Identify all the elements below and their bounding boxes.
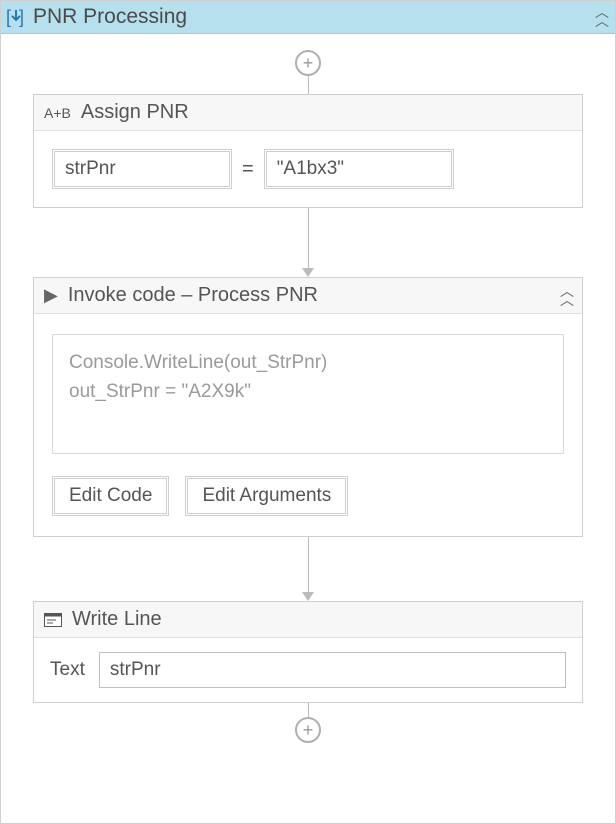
sequence-icon: [ ] xyxy=(5,6,27,28)
equals-label: = xyxy=(242,158,254,181)
code-textarea[interactable]: Console.WriteLine(out_StrPnr) out_StrPnr… xyxy=(52,334,564,454)
assign-header[interactable]: A+B Assign PNR xyxy=(34,95,582,131)
sequence-header[interactable]: [ ] PNR Processing ︿︿ xyxy=(1,1,615,34)
sequence-body: + A+B Assign PNR strPnr = "A1bx3" ▶ Inv xyxy=(1,34,615,823)
svg-text:[: [ xyxy=(6,7,11,27)
add-activity-top-button[interactable]: + xyxy=(295,50,321,76)
writeline-header[interactable]: Write Line xyxy=(34,602,582,638)
writeline-body: Text strPnr xyxy=(34,638,582,702)
writeline-text-label: Text xyxy=(50,659,85,681)
assign-body: strPnr = "A1bx3" xyxy=(34,131,582,207)
write-line-activity[interactable]: Write Line Text strPnr xyxy=(33,601,583,703)
invoke-button-row: Edit Code Edit Arguments xyxy=(52,476,564,516)
assign-activity[interactable]: A+B Assign PNR strPnr = "A1bx3" xyxy=(33,94,583,208)
assign-icon: A+B xyxy=(44,105,71,121)
writeline-title: Write Line xyxy=(72,608,572,631)
invoke-body: Console.WriteLine(out_StrPnr) out_StrPnr… xyxy=(34,314,582,536)
collapse-icon[interactable]: ︿︿ xyxy=(595,8,607,26)
assign-value-input[interactable]: "A1bx3" xyxy=(264,149,454,189)
invoke-title: Invoke code – Process PNR xyxy=(68,284,550,307)
invoke-header[interactable]: ▶ Invoke code – Process PNR ︿︿ xyxy=(34,278,582,314)
collapse-icon[interactable]: ︿︿ xyxy=(560,287,572,305)
edit-code-button[interactable]: Edit Code xyxy=(52,476,169,516)
expand-triangle-icon[interactable]: ▶ xyxy=(44,285,58,306)
invoke-code-activity[interactable]: ▶ Invoke code – Process PNR ︿︿ Console.W… xyxy=(33,277,583,537)
edit-arguments-button[interactable]: Edit Arguments xyxy=(185,476,348,516)
sequence-title: PNR Processing xyxy=(33,5,589,29)
writeline-icon xyxy=(44,613,62,627)
writeline-text-input[interactable]: strPnr xyxy=(99,652,566,688)
assign-title: Assign PNR xyxy=(81,101,572,124)
add-activity-bottom-button[interactable]: + xyxy=(295,717,321,743)
sequence-container: [ ] PNR Processing ︿︿ + A+B Assign PNR s… xyxy=(0,0,616,824)
assign-variable-input[interactable]: strPnr xyxy=(52,149,232,189)
